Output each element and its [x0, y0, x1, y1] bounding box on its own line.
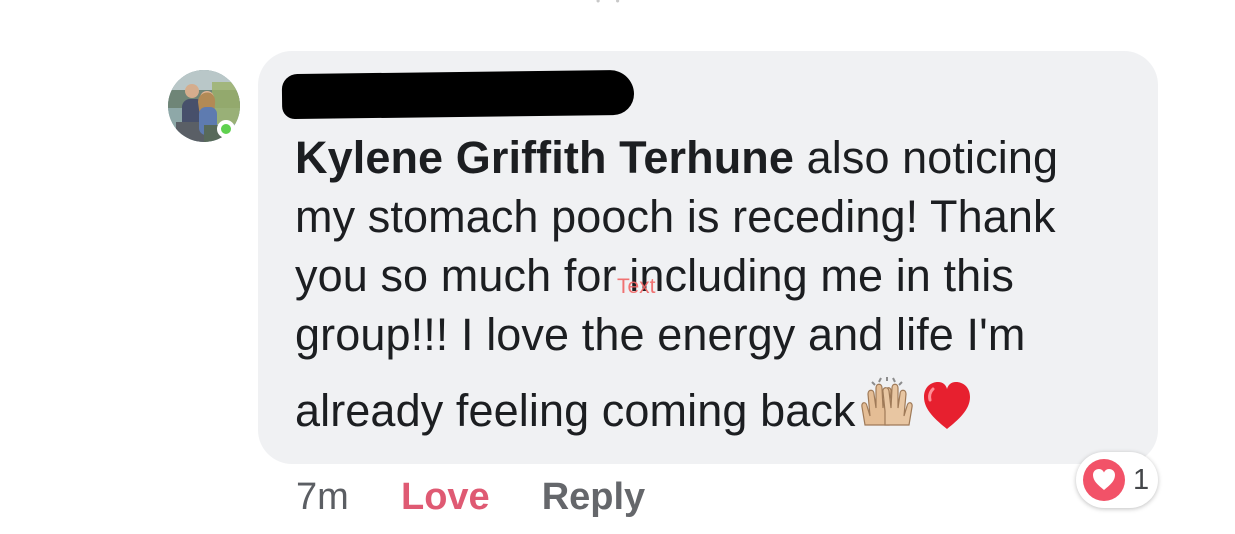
reaction-summary[interactable]: 1 — [1076, 452, 1158, 508]
love-reaction-link[interactable]: Love — [401, 473, 490, 521]
comment-line-4: group!!! I love the energy and life I'm — [295, 309, 1026, 360]
red-heart-emoji-icon — [918, 377, 976, 435]
heart-reaction-icon — [1083, 459, 1125, 501]
online-status-dot — [217, 120, 235, 138]
comment-actions-row: 7m Love Reply — [296, 473, 645, 521]
comment-line-5: already feeling coming back — [295, 385, 856, 436]
comment-line-2: my stomach pooch is receding! Thank — [295, 191, 1056, 242]
comment-timestamp: 7m — [296, 476, 349, 518]
comment-body: Kylene Griffith Terhune also noticing my… — [295, 128, 1145, 443]
comment-line-1: also noticing — [794, 132, 1059, 183]
top-clipped-artifact: • • — [596, 0, 626, 8]
tagged-person[interactable]: Kylene Griffith Terhune — [295, 132, 794, 183]
annotation-label: Text — [617, 275, 656, 298]
redacted-author-name — [281, 69, 635, 120]
reply-link[interactable]: Reply — [542, 473, 645, 521]
comment-line-5-wrap: already feeling coming back — [295, 377, 976, 443]
raising-hands-emoji-icon — [858, 377, 916, 435]
reaction-count: 1 — [1133, 464, 1150, 496]
